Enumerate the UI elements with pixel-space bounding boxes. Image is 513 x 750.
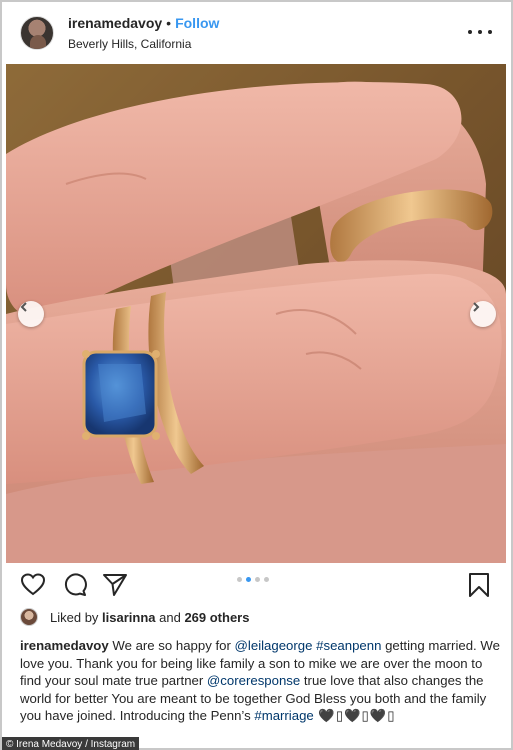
liker-username-link[interactable]: lisarinna <box>102 610 155 625</box>
post-photo[interactable] <box>6 64 506 563</box>
carousel-prev-button[interactable] <box>18 301 44 327</box>
likes-text: Liked by lisarinna and 269 others <box>50 610 249 625</box>
follow-button[interactable]: Follow <box>175 15 219 31</box>
post-caption: irenamedavoy We are so happy for @leilag… <box>20 637 504 725</box>
likes-middle: and <box>155 609 185 625</box>
chevron-left-icon <box>20 302 27 312</box>
carousel-dot <box>237 577 242 582</box>
hashtag-link[interactable]: #seanpenn <box>316 638 381 653</box>
share-icon[interactable] <box>102 572 128 598</box>
post-actions <box>2 564 511 604</box>
chevron-right-icon <box>473 302 480 312</box>
more-options-icon[interactable] <box>468 22 492 42</box>
likes-prefix: Liked by <box>50 609 103 625</box>
separator-dot: • <box>166 15 172 31</box>
username-link[interactable]: irenamedavoy <box>68 15 162 31</box>
liker-avatar[interactable] <box>20 608 38 626</box>
mention-link[interactable]: @leilageorge <box>235 638 313 653</box>
post-header: irenamedavoy • Follow Beverly Hills, Calif… <box>2 2 511 62</box>
likes-summary: Liked by lisarinna and 269 others <box>20 606 249 628</box>
carousel-dot <box>255 577 260 582</box>
comment-icon[interactable] <box>62 572 88 598</box>
carousel-next-button[interactable] <box>470 301 496 327</box>
post-frame: irenamedavoy • Follow Beverly Hills, Calif… <box>0 0 513 750</box>
carousel-indicator <box>237 577 269 582</box>
user-line: irenamedavoy • Follow <box>68 15 219 31</box>
hashtag-link[interactable]: #marriage <box>254 708 313 723</box>
likes-others-link[interactable]: 269 others <box>184 610 249 625</box>
caption-emojis: 🖤▯🖤▯🖤▯ <box>313 708 396 723</box>
user-avatar[interactable] <box>20 16 54 50</box>
caption-text: We are so happy for <box>108 638 235 653</box>
heart-icon[interactable] <box>20 572 46 598</box>
carousel-dot <box>264 577 269 582</box>
caption-username-link[interactable]: irenamedavoy <box>20 638 109 653</box>
mention-link[interactable]: @coreresponse <box>207 673 300 688</box>
carousel-dot-active <box>246 577 251 582</box>
ring-photo-illustration <box>6 64 506 563</box>
bookmark-icon[interactable] <box>466 572 492 598</box>
location-link[interactable]: Beverly Hills, California <box>68 37 191 51</box>
photo-credit: © Irena Medavoy / Instagram <box>2 737 140 750</box>
